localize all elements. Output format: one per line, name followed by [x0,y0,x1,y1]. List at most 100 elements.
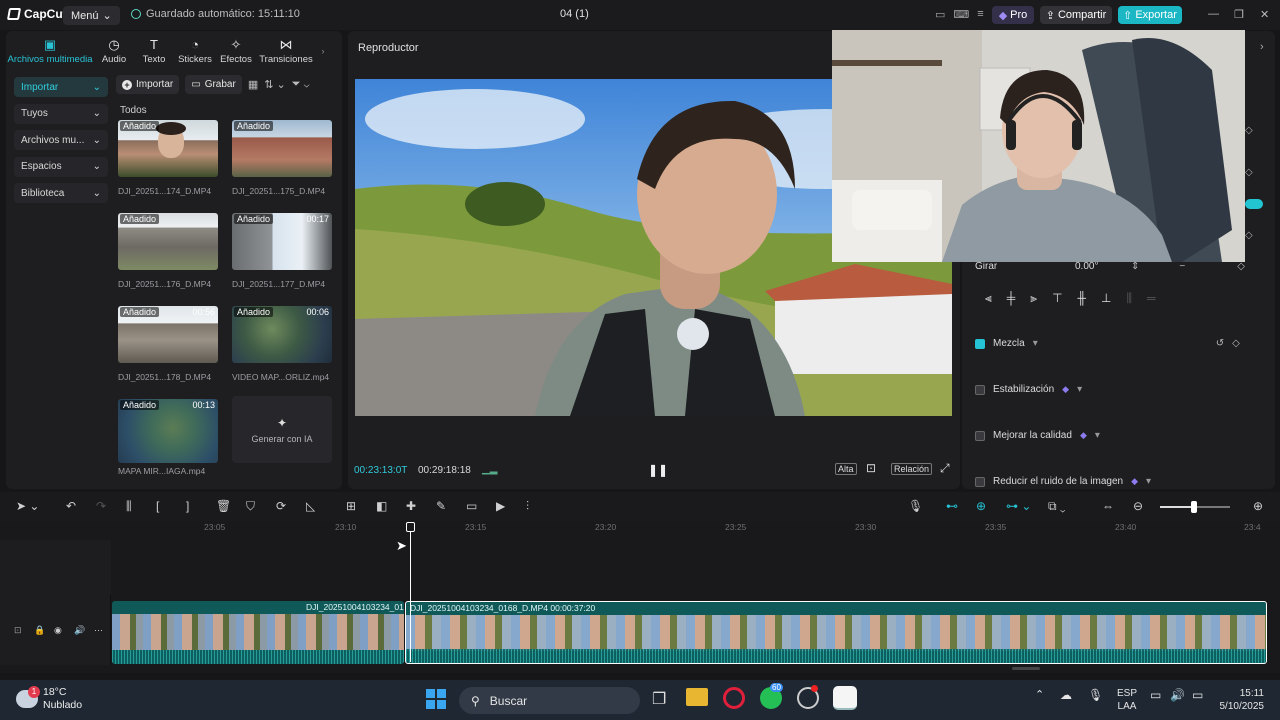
minus-icon[interactable]: − [1179,261,1185,272]
align-left-icon[interactable]: ⫷ [985,291,992,306]
stabilize-row[interactable]: Estabilización ◆ ▾ [975,384,1082,395]
split-right-icon[interactable]: ] [186,499,189,513]
media-clip[interactable]: Añadido 00:17 DJI_20251...177_D.MP4 [232,213,332,289]
zoom-slider-handle[interactable] [1191,501,1197,513]
volume-tray-icon[interactable]: 🔊 [1170,688,1185,702]
preview-axis-icon[interactable]: ⧉ ⌄ [1048,499,1066,514]
side-item-media-files[interactable]: Archivos mu... ⌄ [14,130,108,150]
tabs-scroll-right[interactable]: › [316,34,330,68]
select-tool-icon[interactable]: ➤ ⌄ [16,499,39,513]
magnet-icon[interactable]: ⊕ [976,499,986,513]
minimize-icon[interactable]: — [1208,8,1219,20]
fit-screen-icon[interactable]: ⊡ [866,461,876,475]
redo-icon[interactable]: ↷ [96,499,106,513]
record-button[interactable]: ▭ Grabar [185,75,242,94]
undo-icon[interactable]: ↶ [66,499,76,513]
side-item-yours[interactable]: Tuyos ⌄ [14,103,108,124]
snap-icon[interactable]: ⊶ ⌄ [1006,499,1031,513]
import-button[interactable]: + Importar [116,75,180,94]
stabilize-checkbox[interactable] [975,384,985,395]
track-cover-icon[interactable]: ⊡ [14,625,22,636]
zoom-out-icon[interactable]: ⊖ [1133,499,1143,513]
media-clip[interactable]: Añadido DJI_20251...176_D.MP4 [118,213,218,289]
language-indicator[interactable]: ESP LAA [1117,687,1137,713]
rotate-value[interactable]: 0.00° [1075,261,1135,272]
taskbar-search[interactable]: ⚲ Buscar [459,687,640,714]
side-item-spaces[interactable]: Espacios ⌄ [14,156,108,177]
ai-cutout-icon[interactable]: ✚ [406,499,416,513]
windows-start-icon[interactable] [426,689,446,709]
keyframe-icon[interactable]: ◇ [1237,261,1245,272]
split-left-icon[interactable]: [ [156,499,159,513]
align-bottom-icon[interactable]: ⊥ [1101,291,1111,306]
microphone-tray-icon[interactable]: 🎙 [1088,688,1103,702]
fullscreen-icon[interactable]: ⤢ [940,461,950,476]
weather-widget[interactable]: 1 18°C Nublado [16,686,82,712]
fit-timeline-icon[interactable]: ⇔ [1102,499,1114,513]
stepper-icon[interactable]: ⇕ [1131,261,1139,272]
freeze-icon[interactable]: ⊞ [346,499,356,513]
network-icon[interactable]: ▭ [1150,688,1161,702]
align-top-icon[interactable]: ⊤ [1052,291,1062,306]
noise-checkbox[interactable] [975,476,985,487]
playhead[interactable] [406,522,415,662]
tab-stickers[interactable]: ◔ Stickers [174,34,216,68]
more-menu-icon[interactable]: ≡ [977,8,983,21]
chevron-right-icon[interactable]: › [1260,41,1264,53]
tab-audio[interactable]: ◷ Audio [94,34,134,68]
capcut-taskbar-icon[interactable] [833,686,857,710]
distribute-v-icon[interactable]: ═ [1147,291,1156,306]
grid-view-icon[interactable]: ▦ [248,78,258,91]
noise-row[interactable]: Reducir el ruido de la imagen ◆ ▾ [975,476,1151,487]
media-clip[interactable]: Añadido 00:13 MAPA MIR...IAGA.mp4 [118,399,218,476]
pro-button[interactable]: ◆ Pro [992,6,1034,24]
export-button[interactable]: ⇧ Exportar [1118,6,1182,24]
side-item-library[interactable]: Biblioteca ⌄ [14,183,108,203]
filter-icon[interactable]: ⏷ ⌄ [292,78,310,91]
tab-effects[interactable]: ✧ Efectos [216,34,256,68]
align-right-icon[interactable]: ⫸ [1030,291,1037,306]
timeline-scrollbar[interactable] [1012,667,1040,670]
audio-split-icon[interactable]: ⫶ [526,499,529,514]
quality-checkbox[interactable] [975,430,985,441]
crop-icon[interactable]: ⟳ [276,499,286,513]
marker-icon[interactable]: ⛉ [246,499,255,514]
microphone-icon[interactable]: 🎙 [908,499,923,513]
clock[interactable]: 15:11 5/10/2025 [1218,687,1265,713]
media-clip[interactable]: Añadido DJI_20251...174_D.MP4 [118,120,218,196]
time-ruler[interactable]: 23:05 23:10 23:15 23:20 23:25 23:30 23:3… [111,522,1280,535]
side-item-import[interactable]: Importar ⌄ [14,77,108,97]
tab-text[interactable]: T Texto [134,34,174,68]
media-clip[interactable]: Añadido DJI_20251...175_D.MP4 [232,120,332,196]
restore-icon[interactable]: ❐ [1234,8,1244,21]
media-clip[interactable]: Añadido 00:56 DJI_20251...178_D.MP4 [118,306,218,382]
tab-media[interactable]: ▣ Archivos multimedia [6,34,94,68]
shortcuts-icon[interactable]: ⌨ [953,8,969,21]
lock-icon[interactable]: 🔒 [34,625,45,636]
share-button[interactable]: ⇪ Compartir [1040,6,1112,24]
layout-icon[interactable]: ▭ [935,8,945,21]
split-icon[interactable]: ⫼ [126,499,132,514]
playhead-handle[interactable] [406,522,415,532]
more-icon[interactable]: ⋯ [94,625,103,636]
eye-icon[interactable]: ◉ [54,625,62,636]
quality-row[interactable]: Mejorar la calidad ◆ ▾ [975,430,1100,441]
toggle-switch[interactable] [1245,199,1263,209]
blend-checkbox[interactable] [975,338,985,349]
file-explorer-icon[interactable] [686,688,708,706]
onedrive-icon[interactable]: ☁ [1060,688,1072,702]
keyframe-icon[interactable]: ◇ [1245,167,1253,178]
sort-icon[interactable]: ⇅ ⌄ [264,78,286,91]
magic-icon[interactable]: ✎ [436,499,446,513]
timeline-clip-b[interactable]: DJI_20251004103234_0168_D.MP4 00:00:37:2… [405,601,1267,664]
reset-icon[interactable]: ↺ [1216,338,1224,349]
link-icon[interactable]: ⊷ [946,499,958,513]
blend-row[interactable]: Mezcla ▾ ↺ ◇ [975,338,1240,349]
tab-transitions[interactable]: ⋈ Transiciones [256,34,316,68]
aspect-ratio-button[interactable]: Relación [891,463,933,475]
battery-icon[interactable]: ▭ [1192,688,1203,702]
pause-button[interactable]: ❚❚ [648,463,668,477]
generate-ai-tile[interactable]: ✦ Generar con IA [232,396,332,463]
close-icon[interactable]: ✕ [1260,8,1269,21]
reframe-icon[interactable]: ▶ [496,499,505,513]
